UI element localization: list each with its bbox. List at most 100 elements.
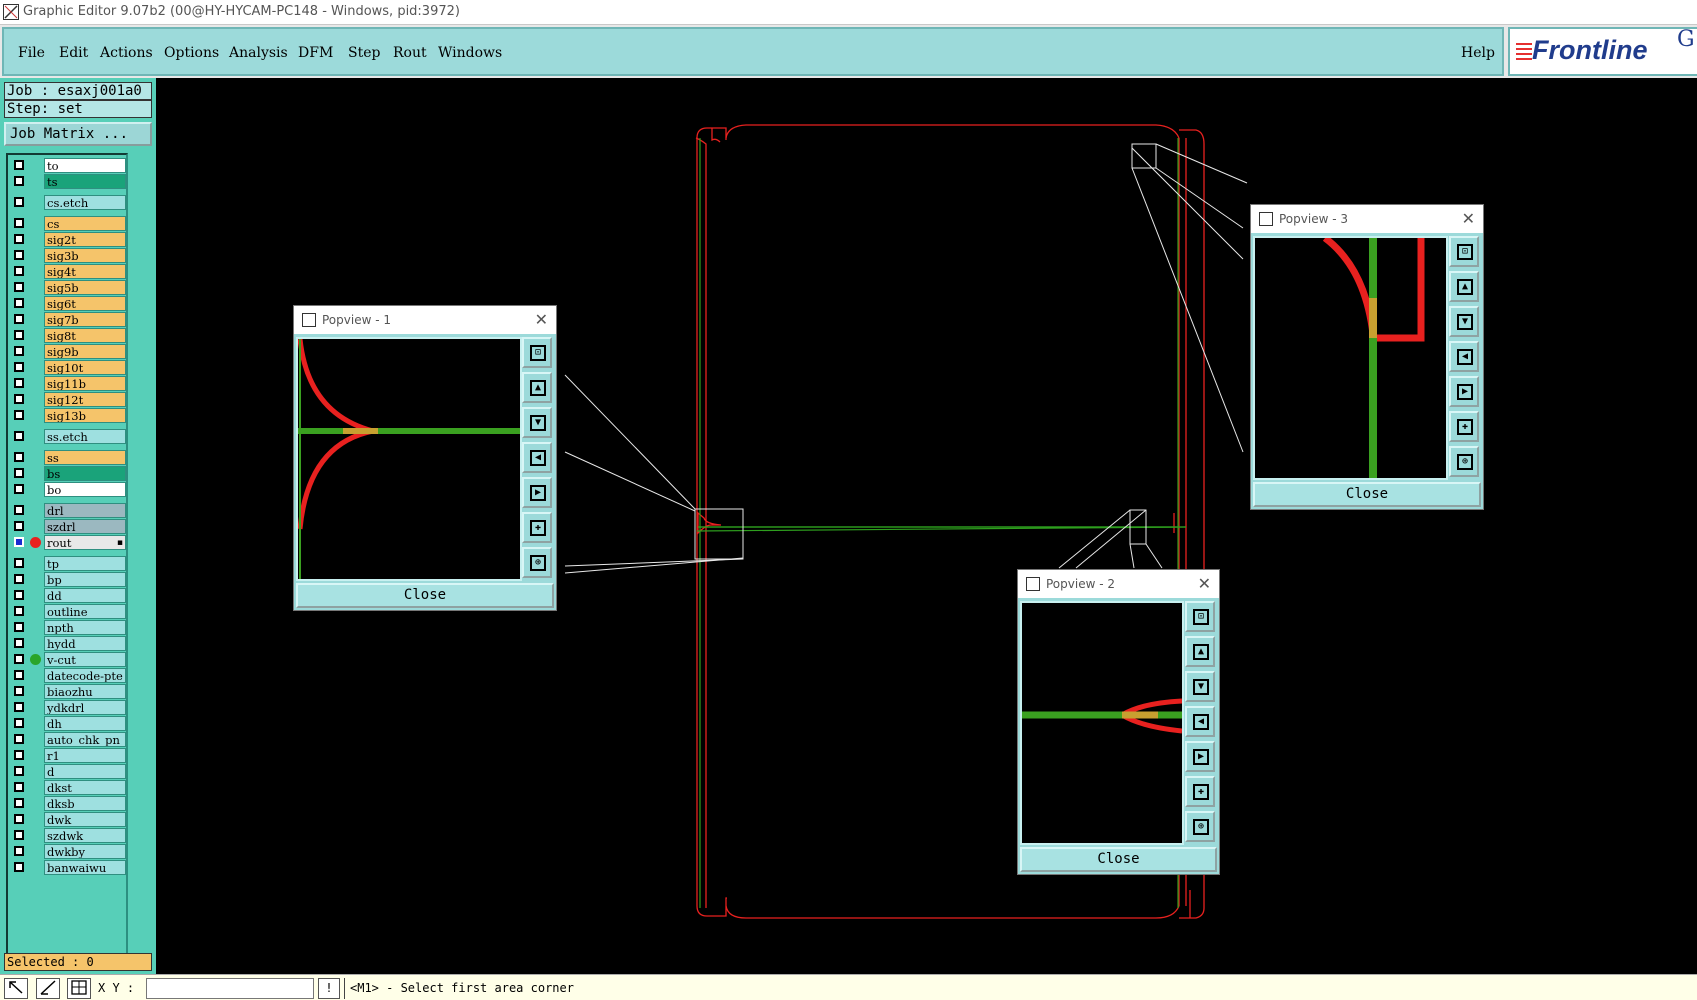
layer-name[interactable]: ss xyxy=(44,450,126,465)
layer-name[interactable]: to xyxy=(44,158,126,173)
zoom-in-icon[interactable]: ✚ xyxy=(1449,411,1479,442)
layer-row[interactable]: ss xyxy=(10,450,126,465)
layer-checkbox[interactable] xyxy=(14,702,24,712)
layer-name[interactable]: r1 xyxy=(44,748,126,763)
layer-row[interactable]: szdwk xyxy=(10,828,126,843)
layer-row[interactable]: banwaiwu xyxy=(10,860,126,875)
layer-row[interactable]: d xyxy=(10,764,126,779)
layer-row[interactable]: sig10t xyxy=(10,360,126,375)
layer-name[interactable]: sig13b xyxy=(44,408,126,423)
layer-row[interactable]: cs xyxy=(10,216,126,231)
layer-name[interactable]: d xyxy=(44,764,126,779)
layer-name[interactable]: dkst xyxy=(44,780,126,795)
layer-checkbox[interactable] xyxy=(14,654,24,664)
layer-name[interactable]: cs.etch xyxy=(44,195,126,210)
pan-up-icon[interactable]: ▲ xyxy=(1185,636,1215,667)
layer-row[interactable]: dd xyxy=(10,588,126,603)
layer-name[interactable]: dd xyxy=(44,588,126,603)
layer-checkbox[interactable] xyxy=(14,505,24,515)
layer-name[interactable]: dwk xyxy=(44,812,126,827)
layer-checkbox[interactable] xyxy=(14,266,24,276)
layer-checkbox[interactable] xyxy=(14,484,24,494)
layer-row[interactable]: szdrl xyxy=(10,519,126,534)
alert-icon[interactable]: ! xyxy=(318,978,340,999)
layer-checkbox[interactable] xyxy=(14,218,24,228)
zoom-in-icon[interactable]: ✚ xyxy=(1185,776,1215,807)
layer-checkbox[interactable] xyxy=(14,362,24,372)
layer-name[interactable]: sig10t xyxy=(44,360,126,375)
layer-row[interactable]: bo xyxy=(10,482,126,497)
layer-row[interactable]: r1 xyxy=(10,748,126,763)
layer-row[interactable]: sig7b xyxy=(10,312,126,327)
layer-checkbox[interactable] xyxy=(14,410,24,420)
layer-name[interactable]: outline xyxy=(44,604,126,619)
layer-name[interactable]: bs xyxy=(44,466,126,481)
pan-down-icon[interactable]: ▼ xyxy=(1449,306,1479,337)
layer-row[interactable]: tp xyxy=(10,556,126,571)
layer-checkbox[interactable] xyxy=(14,590,24,600)
job-matrix-button[interactable]: Job Matrix ... xyxy=(4,122,152,146)
layer-checkbox[interactable] xyxy=(14,718,24,728)
popview-2-close-button[interactable]: Close xyxy=(1020,847,1217,872)
layer-checkbox[interactable] xyxy=(14,846,24,856)
layer-name[interactable]: datecode-pte xyxy=(44,668,126,683)
layer-row[interactable]: cs.etch xyxy=(10,195,126,210)
zoom-fit-icon[interactable]: ⊡ xyxy=(522,337,552,368)
layer-name[interactable]: tp xyxy=(44,556,126,571)
layer-checkbox[interactable] xyxy=(14,521,24,531)
layer-row[interactable]: ts xyxy=(10,174,126,189)
layer-checkbox[interactable] xyxy=(14,814,24,824)
layer-row[interactable]: sig8t xyxy=(10,328,126,343)
layer-checkbox[interactable] xyxy=(14,622,24,632)
layer-checkbox[interactable] xyxy=(14,160,24,170)
layer-checkbox[interactable] xyxy=(14,638,24,648)
popview-1-close-icon[interactable]: ✕ xyxy=(535,310,548,329)
pan-down-icon[interactable]: ▼ xyxy=(522,407,552,438)
layer-checkbox[interactable] xyxy=(14,766,24,776)
layer-name[interactable]: sig8t xyxy=(44,328,126,343)
layer-name[interactable]: sig2t xyxy=(44,232,126,247)
popview-3-close-icon[interactable]: ✕ xyxy=(1462,209,1475,228)
layer-row[interactable]: sig12t xyxy=(10,392,126,407)
layer-checkbox[interactable] xyxy=(14,197,24,207)
layer-name[interactable]: sig4t xyxy=(44,264,126,279)
layer-row[interactable]: biaozhu xyxy=(10,684,126,699)
layer-name[interactable]: bo xyxy=(44,482,126,497)
layer-row[interactable]: sig4t xyxy=(10,264,126,279)
layer-row[interactable]: dwkby xyxy=(10,844,126,859)
layer-checkbox[interactable] xyxy=(14,330,24,340)
layer-row[interactable]: dh xyxy=(10,716,126,731)
layer-checkbox[interactable] xyxy=(14,574,24,584)
layer-name[interactable]: bp xyxy=(44,572,126,587)
layer-row[interactable]: datecode-pte xyxy=(10,668,126,683)
zoom-out-icon[interactable]: ⊕ xyxy=(522,547,552,578)
layer-checkbox[interactable] xyxy=(14,452,24,462)
layer-row[interactable]: v-cut xyxy=(10,652,126,667)
layer-row[interactable]: npth xyxy=(10,620,126,635)
zoom-fit-icon[interactable]: ⊡ xyxy=(1185,601,1215,632)
pan-left-icon[interactable]: ◀ xyxy=(1449,341,1479,372)
pan-right-icon[interactable]: ▶ xyxy=(1185,741,1215,772)
layer-row[interactable]: outline xyxy=(10,604,126,619)
layer-name[interactable]: dksb xyxy=(44,796,126,811)
layer-row[interactable]: sig6t xyxy=(10,296,126,311)
layer-name[interactable]: banwaiwu xyxy=(44,860,126,875)
menu-file[interactable]: File xyxy=(18,45,45,61)
layer-name[interactable]: ydkdrl xyxy=(44,700,126,715)
pan-left-icon[interactable]: ◀ xyxy=(1185,706,1215,737)
layer-row[interactable]: ss.etch xyxy=(10,429,126,444)
layer-name[interactable]: ss.etch xyxy=(44,429,126,444)
layer-row[interactable]: rout xyxy=(10,535,126,550)
layer-row[interactable]: hydd xyxy=(10,636,126,651)
menu-actions[interactable]: Actions xyxy=(100,45,153,61)
pan-right-icon[interactable]: ▶ xyxy=(522,477,552,508)
layer-checkbox[interactable] xyxy=(14,394,24,404)
layer-checkbox[interactable] xyxy=(14,558,24,568)
pan-up-icon[interactable]: ▲ xyxy=(522,372,552,403)
layer-checkbox[interactable] xyxy=(14,782,24,792)
layer-name[interactable]: dh xyxy=(44,716,126,731)
pan-left-icon[interactable]: ◀ xyxy=(522,442,552,473)
layer-checkbox[interactable] xyxy=(14,314,24,324)
layer-row[interactable]: drl xyxy=(10,503,126,518)
pointer-tool-icon[interactable] xyxy=(4,978,28,999)
